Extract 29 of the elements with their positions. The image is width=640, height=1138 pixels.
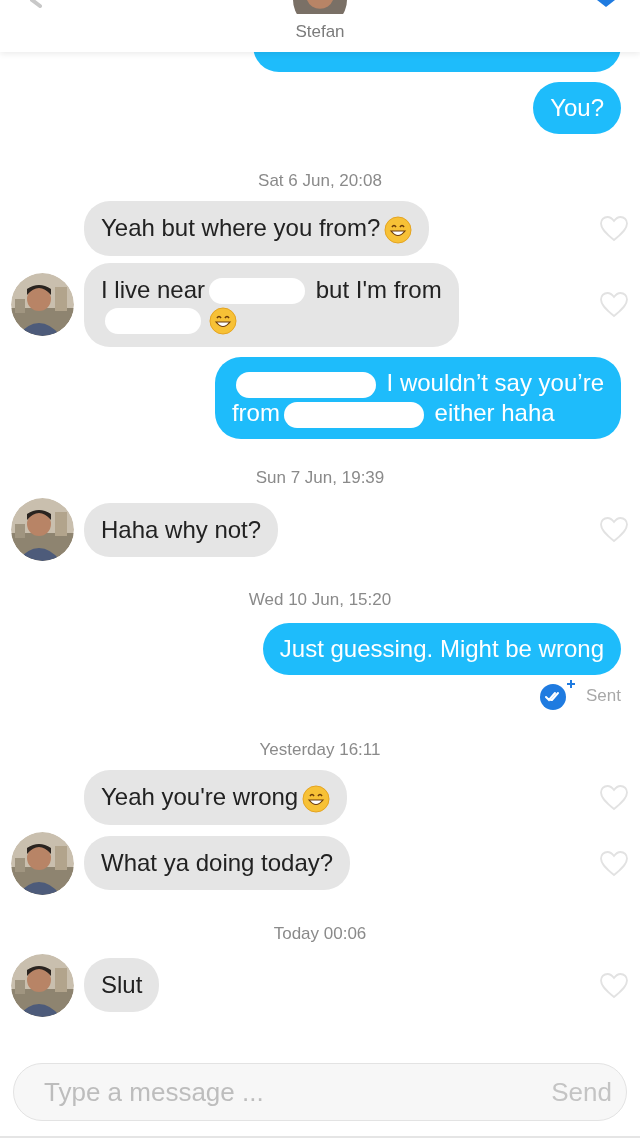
message-text: I wouldn’t say you’re [386,369,604,397]
heart-icon[interactable] [599,784,629,812]
smiley-icon [302,784,331,813]
heart-icon[interactable] [599,516,629,544]
double-check-icon [538,679,576,712]
contact-name: Stefan [295,21,345,43]
heart-icon[interactable] [599,849,629,877]
message-text: Yeah you're wrong [101,783,299,811]
heart-icon[interactable] [599,291,629,319]
message-text: Yeah but where you from? [101,214,381,241]
message-text: I live near [101,275,206,303]
message-text: Just guessing. Might be wrong [279,635,604,663]
smiley-icon [209,307,237,336]
message-text: What ya doing today? [101,849,334,877]
message-text: Slut [101,971,143,999]
message-text: either haha [434,399,555,427]
date-divider: Wed 10 Jun, 15:20 [248,589,392,612]
message-text: but I'm from [315,275,442,303]
sent-status: Sent [586,684,621,707]
message-text: from [231,399,280,427]
date-divider: Yesterday 16:11 [259,739,381,762]
message-text: Haha why not? [101,515,262,543]
smiley-icon [384,215,413,244]
date-divider: Sun 7 Jun, 19:39 [255,467,385,490]
message-text: You? [550,94,604,121]
heart-icon[interactable] [599,214,629,242]
date-divider: Today 00:06 [273,922,367,945]
heart-icon[interactable] [599,971,629,999]
date-divider: Sat 6 Jun, 20:08 [258,170,382,192]
